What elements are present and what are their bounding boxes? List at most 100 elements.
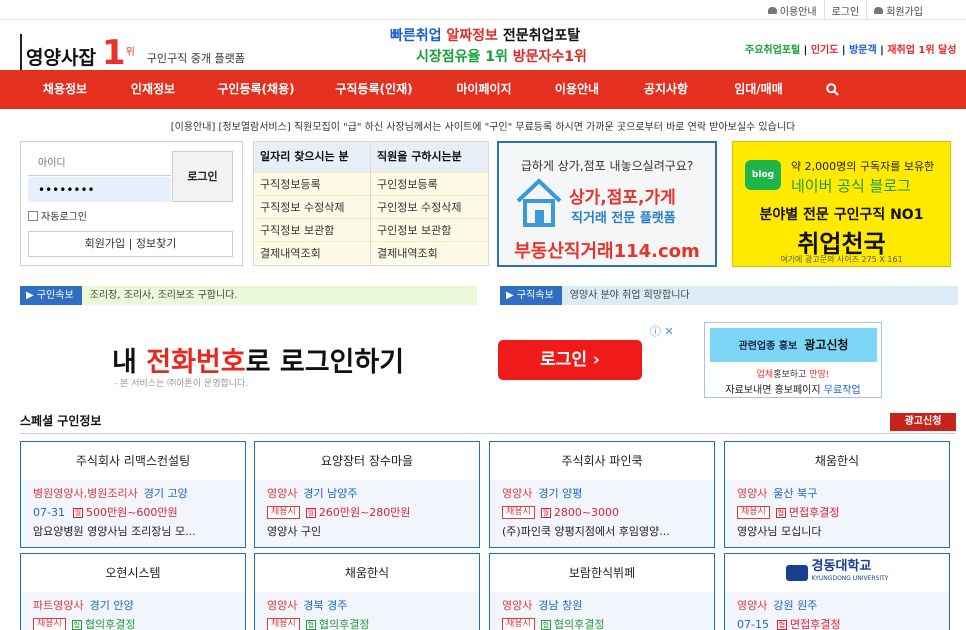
job-card[interactable]: 경동대학교 KYUNGDONG UNIVERSITY 영양사 강원 원주 07-15 협 면… [724,553,950,630]
job-card[interactable]: 요양장터 장수마을 영양사 경기 남양주 채용시 월 260만원~280만원 영양사 구인 [254,441,480,548]
top-links: 이용안내 로그인 회원가입 [761,0,930,20]
job-card[interactable]: 오현시스템파트영양사 경기 안양 채용시 협 협의후결정 [20,553,246,630]
company-name: 채움한식 [344,566,390,580]
card-body: 영양사 경남 창원채용시 협 협의후결정 [490,592,714,630]
card-pay-line: 채용시 월 260만원~280만원 [267,503,469,522]
card-body: 영양사 울산 북구 채용시 협 면접후결정 영양사님 모십니다 [725,480,949,547]
job-card[interactable]: 주식회사 파인쿡 영양사 경기 양평 채용시 월 2800~3000 (주)파인쿡 양평지점… [489,441,715,548]
seeker-register[interactable]: 구직정보등록 [254,172,370,195]
deadline-tag: 채용시 [502,618,535,630]
employer-payments[interactable]: 결제내역조회 [371,241,488,264]
logo-rank: 1 [101,33,126,73]
rightnote-segment: 인기도 [810,45,839,56]
employer-column: 직원을 구하시는분 구인정보등록 구인정보 수정삭제 구인정보 보관함 결제내역… [371,142,488,265]
id-field[interactable] [28,151,171,176]
job-card[interactable]: 보람한식뷔페영양사 경남 창원채용시 협 협의후결정 [489,553,715,630]
job-location: 강원 원주 [773,599,818,612]
nav-guide[interactable]: 이용안내 [552,70,602,109]
promo-l2a: 자료보내면 홍보페이지 [725,385,824,396]
realestate-line2: 상가,점포,가게 [569,188,676,208]
phone-login-ad[interactable]: 내 전화번호로 로그인하기 - 본 서비스는 ㈜아톤이 운영합니다. ⓘ ✕ 로… [0,318,690,396]
ad-request-button[interactable]: 광고신청 [890,413,956,431]
job-type: 영양사 [737,599,768,612]
nav-mypage[interactable]: 마이페이지 [452,70,516,109]
job-news-ticker[interactable]: ▶ 구인속보 조리장, 조리사, 조리보조 구합니다. [20,286,477,305]
company-name: 채움한식 [814,454,860,468]
house-icon [516,178,562,227]
employer-storage[interactable]: 구인정보 보관함 [371,218,488,241]
top-link-login[interactable]: 로그인 [823,0,867,20]
seeker-payments[interactable]: 결제내역조회 [254,241,370,264]
search-icon[interactable] [826,83,839,96]
special-section-title: 스페셜 구인정보 [20,414,102,428]
card-pay-line: 07-31 월 500만원~600만원 [33,503,235,522]
nav-notice[interactable]: 공지사항 [640,70,692,109]
job-type: 병원영양사,병원조리사 [33,487,138,500]
card-job-line: 병원영양사,병원조리사 경기 고양 [33,484,235,503]
card-pay-line: 07-15 협 면접후결정 [737,615,939,630]
promo-title: 관련업종 홍보 광고신청 [710,328,877,362]
seeker-storage[interactable]: 구직정보 보관함 [254,218,370,241]
notice-text: [이용안내] [정보열람서비스] 직원모집이 "급" 하신 사장님께서는 사이트… [170,122,796,133]
top-link-join[interactable]: 회원가입 [866,0,930,20]
job-card[interactable]: 채움한식영양사 울산 북구 채용시 협 면접후결정 영양사님 모십니다 [724,441,950,548]
pay-amount: 협의후결정 [318,618,370,630]
job-card[interactable]: 채움한식 영양사 경북 경주 채용시 협 협의후결정 [254,553,480,630]
job-type: 영양사 [502,599,533,612]
company-name: 오현시스템 [105,566,161,580]
realestate-ad-banner[interactable]: 급하게 상가,점포 내놓으실려구요? 상가,점포,가게 직거래 전문 플랫폼 부… [497,141,717,267]
nav-talent-info[interactable]: 인재정보 [128,70,178,109]
promo-title-a: 관련업종 홍보 [738,341,798,352]
nav-rental[interactable]: 임대/매매 [731,70,786,109]
job-card[interactable]: 주식회사 리맥스컨설팅 병원영양사,병원조리사 경기 고양 07-31 월 500만원~6… [20,441,246,548]
seek-news-ticker[interactable]: ▶ 구직속보 영양사 분야 취업 희망합니다 [500,286,958,305]
nav-job-info[interactable]: 채용정보 [40,70,90,109]
join-link[interactable]: 회원가입 [85,237,125,250]
employer-edit[interactable]: 구인정보 수정삭제 [371,195,488,218]
card-pay-line: 채용시 협 협의후결정 [33,615,235,630]
logo-rank-suffix: 위 [125,47,135,58]
phone-login-button[interactable]: 로그인 › [498,340,642,380]
card-body: 영양사 경기 남양주 채용시 월 260만원~280만원 영양사 구인 [255,480,479,547]
card-job-line: 영양사 경북 경주 [267,596,469,615]
card-body: 파트영양사 경기 안양 채용시 협 협의후결정 [21,592,245,630]
promo-line2: 자료보내면 홍보페이지 무료작업 [705,381,881,396]
ad-choices-icon[interactable]: ⓘ ✕ [650,323,674,339]
company-name: 보람한식뷔페 [568,566,636,580]
phone-login-headline: 내 전화번호로 로그인하기 [112,340,404,379]
play-icon: ▶ [26,290,37,301]
special-divider [20,433,956,434]
job-type: 영양사 [267,487,298,500]
card-pay-line: 채용시 협 면접후결정 [737,503,939,522]
card-job-line: 영양사 경남 창원 [502,596,704,615]
slogan1-segment: 빠른취업 [390,28,447,44]
pay-amount: 협의후결정 [553,618,605,630]
pay-type-icon: 협 [775,507,786,518]
deadline-tag: 채용시 [33,618,66,630]
employer-register[interactable]: 구인정보등록 [371,172,488,195]
job-location: 경기 남양주 [303,487,358,500]
password-field[interactable] [28,177,171,202]
top-link-guide[interactable]: 이용안내 [761,0,824,20]
promo-l2b: 무료작업 [823,385,861,396]
auto-login-label: 자동로그인 [41,212,87,223]
auto-login-checkbox[interactable]: 자동로그인 [28,208,87,223]
blog-ad-banner[interactable]: blog 약 2,000명의 구독자를 보유한 네이버 공식 블로그 분야별 전… [732,141,951,267]
nav-post-job[interactable]: 구인등록(채용) [216,70,296,109]
card-body: 영양사 강원 원주 07-15 협 면접후결정 [725,592,949,630]
card-pay-line: 채용시 협 협의후결정 [502,615,704,630]
seek-news-text: 영양사 분야 취업 희망합니다 [569,290,690,301]
nav-post-resume[interactable]: 구직등록(인재) [334,70,414,109]
blog-line1: 약 2,000명의 구독자를 보유한 [791,160,935,173]
site-logo[interactable]: 영양사잡 1 위 구인구직 중개 플랫폼 [20,34,245,70]
logo-tagline: 구인구직 중개 플랫폼 [146,52,245,65]
login-button[interactable]: 로그인 [172,151,233,202]
promo-ad-banner[interactable]: 관련업종 홍보 광고신청 업체홍보하고 만땅! 자료보내면 홍보페이지 무료작업 [704,322,882,398]
pay-type-icon: 월 [540,507,551,518]
find-info-link[interactable]: 정보찾기 [136,237,176,250]
pay-type-icon: 협 [540,619,551,630]
job-type: 파트영양사 [33,599,84,612]
seeker-edit[interactable]: 구직정보 수정삭제 [254,195,370,218]
company-name: 요양장터 장수마을 [320,454,414,468]
checkbox-icon [28,210,38,221]
